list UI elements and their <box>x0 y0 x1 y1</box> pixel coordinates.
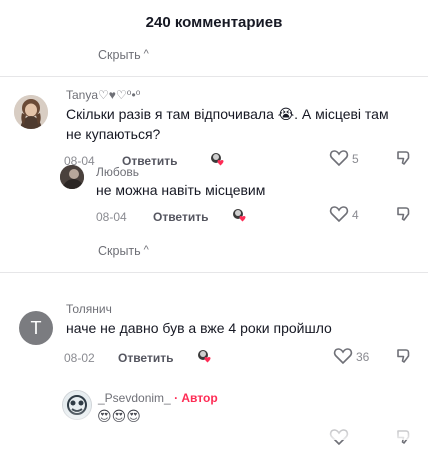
avatar[interactable] <box>60 165 84 189</box>
comment-username[interactable]: _Psevdonim_ <box>98 391 171 405</box>
comment-username[interactable]: Любовь <box>96 165 139 179</box>
reply-button[interactable]: Ответить <box>153 210 208 224</box>
dislike-icon[interactable] <box>394 205 412 223</box>
hide-replies-label: Скрыть <box>98 48 141 62</box>
comment-text: 😍😍😍 <box>97 408 141 424</box>
like-heart-icon[interactable] <box>329 205 349 223</box>
like-count: 4 <box>352 208 359 222</box>
chevron-up-icon: ^ <box>143 48 149 60</box>
dislike-icon[interactable] <box>394 347 412 365</box>
creator-liked-icon <box>208 150 228 170</box>
comment-text: наче не давно був а вже 4 роки пройшло <box>66 320 332 336</box>
chevron-up-icon: ^ <box>143 244 149 256</box>
hide-replies-label: Скрыть <box>98 244 141 258</box>
comment-username[interactable]: Толянич <box>66 302 112 316</box>
dislike-icon[interactable] <box>394 149 412 167</box>
comment-username[interactable]: Tanya♡♥♡⁰•⁰ <box>66 88 140 102</box>
author-badge: · Автор <box>174 391 218 405</box>
like-heart-icon[interactable] <box>329 428 349 446</box>
creator-liked-icon <box>195 347 215 367</box>
creator-liked-icon <box>230 206 250 226</box>
comments-count-title: 240 комментариев <box>145 14 283 31</box>
hide-replies-button[interactable]: Скрыть ^ <box>98 48 149 62</box>
like-count: 36 <box>356 350 370 364</box>
like-heart-icon[interactable] <box>333 347 353 365</box>
avatar[interactable]: T <box>19 311 53 345</box>
avatar[interactable] <box>14 95 48 129</box>
comment-date: 08-04 <box>96 210 127 224</box>
comment-username-row: _Psevdonim_ · Автор <box>98 391 218 405</box>
user-photo-icon <box>60 165 84 189</box>
comment-text: не можна навіть місцевим <box>96 182 266 198</box>
hide-replies-button[interactable]: Скрыть ^ <box>98 244 149 258</box>
comment-date: 08-02 <box>64 351 95 365</box>
user-photo-icon <box>63 391 91 419</box>
comment-text: Скільки разів я там відпочивала 😭. А міс… <box>66 106 389 142</box>
dislike-icon[interactable] <box>394 428 412 446</box>
like-heart-icon[interactable] <box>329 149 349 167</box>
divider <box>0 272 428 273</box>
avatar-letter: T <box>30 317 42 338</box>
divider <box>0 76 428 77</box>
reply-button[interactable]: Ответить <box>118 351 173 365</box>
avatar[interactable] <box>62 390 92 420</box>
like-count: 5 <box>352 152 359 166</box>
user-photo-icon <box>14 95 48 129</box>
